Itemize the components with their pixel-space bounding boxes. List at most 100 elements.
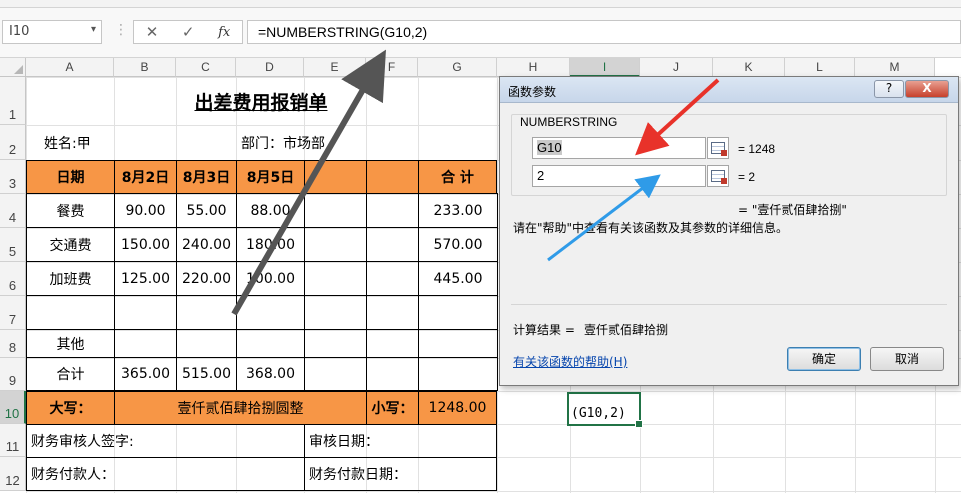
cell-r4-a[interactable]: 餐费 [26,193,115,228]
header-date[interactable]: 日期 [26,160,115,194]
column-header-c[interactable]: C [176,58,236,77]
header-d3[interactable]: 8月5日 [236,160,305,194]
column-header-b[interactable]: B [114,58,176,77]
cell-r4-e[interactable] [304,193,367,228]
row-header-1[interactable]: 1 [0,77,26,125]
cell-r6-d[interactable]: 100.00 [236,261,305,296]
cell-r8-g[interactable] [418,329,498,358]
daxie-label[interactable]: 大写： [26,391,115,425]
cancel-button[interactable]: 取消 [870,347,944,371]
header-total[interactable]: 合 计 [418,160,497,194]
column-header-f[interactable]: F [366,58,418,77]
row-header-10[interactable]: 10 [0,391,26,424]
cell-r9-f[interactable] [366,357,419,391]
cell-r7-d[interactable] [236,295,305,330]
arg1-input[interactable]: G10 [532,137,706,159]
cell-r6-c[interactable]: 220.00 [176,261,237,296]
cell-r9-c[interactable]: 515.00 [176,357,237,391]
column-header-a[interactable]: A [26,58,114,77]
cell-r5-g[interactable]: 570.00 [418,227,498,262]
row-header-5[interactable]: 5 [0,228,26,262]
cell-r5-b[interactable]: 150.00 [114,227,177,262]
cell-r7-f[interactable] [366,295,419,330]
ok-button[interactable]: 确定 [787,347,861,371]
xiaoxie-value[interactable]: 1248.00 [418,391,497,425]
cell-r5-d[interactable]: 180.00 [236,227,305,262]
cell-r8-c[interactable] [176,329,237,358]
row-header-9[interactable]: 9 [0,358,26,391]
function-help-link[interactable]: 有关该函数的帮助(H) [513,353,627,370]
column-header-h[interactable]: H [497,58,570,77]
formula-input[interactable]: =NUMBERSTRING(G10,2) [247,20,961,44]
payer-label[interactable]: 财务付款人： [26,457,305,491]
cell-r4-g[interactable]: 233.00 [418,193,498,228]
arg2-collapse-button[interactable] [707,165,729,187]
cell-r5-c[interactable]: 240.00 [176,227,237,262]
row-header-11[interactable]: 11 [0,424,26,457]
cell-r4-f[interactable] [366,193,419,228]
column-header-l[interactable]: L [785,58,855,77]
chevron-down-icon[interactable]: ▾ [91,24,96,35]
cell-r6-e[interactable] [304,261,367,296]
cell-r9-b[interactable]: 365.00 [114,357,177,391]
cell-r4-d[interactable]: 88.00 [236,193,305,228]
cell-r7-g[interactable] [418,295,498,330]
select-all-corner[interactable] [0,58,26,77]
column-header-i[interactable]: I [570,58,640,77]
cell-r8-e[interactable] [304,329,367,358]
cell-r4-c[interactable]: 55.00 [176,193,237,228]
header-e[interactable] [304,160,367,194]
name-label[interactable]: 姓名:甲 [40,129,140,157]
cell-r6-f[interactable] [366,261,419,296]
arg1-collapse-button[interactable] [707,137,729,159]
name-box[interactable]: I10 ▾ [2,20,102,44]
enter-icon[interactable]: ✓ [182,23,195,41]
row-header-4[interactable]: 4 [0,194,26,228]
cell-r7-c[interactable] [176,295,237,330]
cell-r7-b[interactable] [114,295,177,330]
row-header-7[interactable]: 7 [0,296,26,330]
cell-r5-e[interactable] [304,227,367,262]
fx-icon[interactable]: fx [218,25,230,40]
audit-date-label[interactable]: 审核日期： [304,424,497,458]
daxie-value[interactable]: 壹仟贰佰肆拾捌圆整 [114,391,367,425]
row-header-2[interactable]: 2 [0,125,26,160]
cell-r8-b[interactable] [114,329,177,358]
cell-r6-a[interactable]: 加班费 [26,261,115,296]
help-button[interactable]: ? [874,80,904,98]
cell-r9-d[interactable]: 368.00 [236,357,305,391]
active-cell-i10[interactable]: (G10,2) [567,392,643,428]
header-f[interactable] [366,160,419,194]
cell-r5-a[interactable]: 交通费 [26,227,115,262]
cell-r8-f[interactable] [366,329,419,358]
cell-r6-g[interactable]: 445.00 [418,261,498,296]
cell-r5-f[interactable] [366,227,419,262]
auditor-label[interactable]: 财务审核人签字: [26,424,305,458]
pay-date-label[interactable]: 财务付款日期： [304,457,497,491]
cell-r4-b[interactable]: 90.00 [114,193,177,228]
cell-r7-a[interactable] [26,295,115,330]
cell-r9-e[interactable] [304,357,367,391]
header-d2[interactable]: 8月3日 [176,160,237,194]
column-header-k[interactable]: K [713,58,785,77]
close-button[interactable]: X [905,80,949,98]
cell-r7-e[interactable] [304,295,367,330]
cell-r8-d[interactable] [236,329,305,358]
cancel-icon[interactable]: ✕ [146,23,159,41]
row-header-6[interactable]: 6 [0,262,26,296]
column-header-g[interactable]: G [418,58,497,77]
cell-r9-g[interactable] [418,357,498,391]
column-header-j[interactable]: J [640,58,713,77]
column-header-e[interactable]: E [304,58,366,77]
sheet-title[interactable]: 出差费用报销单 [26,79,496,123]
xiaoxie-label[interactable]: 小写： [366,391,419,425]
column-header-m[interactable]: M [855,58,935,77]
row-header-12[interactable]: 12 [0,457,26,491]
cell-r8-a[interactable]: 其他 [26,329,115,358]
cell-r9-a[interactable]: 合计 [26,357,115,391]
column-header-d[interactable]: D [236,58,304,77]
dept-label[interactable]: 部门：市场部 [237,129,347,157]
row-header-8[interactable]: 8 [0,330,26,358]
header-d1[interactable]: 8月2日 [114,160,177,194]
cell-r6-b[interactable]: 125.00 [114,261,177,296]
